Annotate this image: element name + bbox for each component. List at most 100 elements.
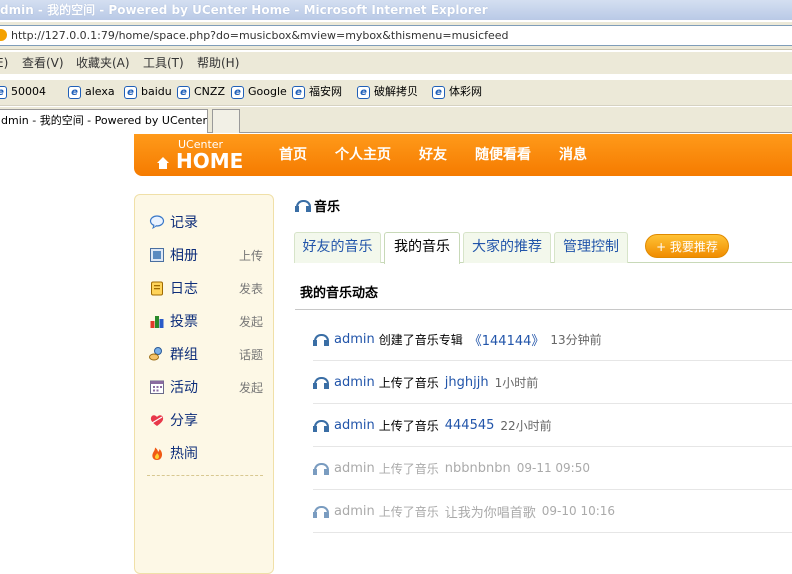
feed-time: 1小时前	[494, 375, 539, 390]
feed-time: 09-10 10:16	[541, 504, 616, 518]
menu-tools[interactable]: 工具(T)	[143, 52, 184, 74]
link-ticai[interactable]: e 体彩网	[432, 80, 482, 104]
site-header: UCenter HOME 首页 个人主页 好友 随便看看 消息	[134, 134, 792, 176]
sidebar-action-start-poll[interactable]: 发起	[239, 313, 263, 330]
feed-user-link[interactable]: admin	[334, 418, 375, 433]
tab-friends-music[interactable]: 好友的音乐	[294, 232, 381, 263]
ie-page-icon: e	[292, 85, 305, 99]
new-tab-button[interactable]	[212, 109, 240, 133]
feed-divider	[295, 309, 792, 310]
headphone-icon	[313, 420, 329, 432]
ie-page-icon: e	[177, 85, 190, 99]
link-pojie[interactable]: e 破解拷贝	[357, 80, 418, 104]
link-baidu[interactable]: e baidu	[124, 80, 172, 104]
link-label: 福安网	[309, 85, 342, 98]
sidebar: 记录 相册 上传 日志 发表 投票 发起 群组 话题 活动 发起 分享 热闹	[134, 194, 274, 574]
sidebar-item-poll[interactable]: 投票 发起	[149, 310, 265, 332]
sidebar-item-label: 热闹	[170, 446, 198, 462]
headphone-icon	[313, 377, 329, 389]
sidebar-action-start-event[interactable]: 发起	[239, 379, 263, 396]
sidebar-item-label: 群组	[170, 347, 198, 363]
sidebar-item-event[interactable]: 活动 发起	[149, 376, 265, 398]
menu-favorites[interactable]: 收藏夹(A)	[76, 52, 130, 74]
feed-target-link[interactable]: nbbnbnbn	[445, 461, 511, 476]
feed-item: admin 上传了音乐 jhghjjh 1小时前	[313, 361, 792, 404]
address-url: http://127.0.0.1:79/home/space.php?do=mu…	[11, 29, 509, 42]
link-cnzz[interactable]: e CNZZ	[177, 80, 225, 104]
heart-icon	[150, 415, 164, 426]
feed-time: 09-11 09:50	[516, 461, 590, 475]
main-nav: 首页 个人主页 好友 随便看看 消息	[279, 134, 615, 176]
recommend-button[interactable]: + 我要推荐	[645, 234, 729, 258]
tab-manage[interactable]: 管理控制	[554, 232, 628, 263]
sidebar-divider	[147, 475, 263, 476]
headphone-icon	[313, 506, 329, 518]
bar-chart-icon	[150, 316, 164, 328]
sidebar-item-group[interactable]: 群组 话题	[149, 343, 265, 365]
sidebar-item-album[interactable]: 相册 上传	[149, 244, 265, 266]
nav-home[interactable]: 首页	[279, 134, 307, 176]
link-label: baidu	[141, 85, 172, 98]
nav-messages[interactable]: 消息	[559, 134, 587, 176]
feed-user-link[interactable]: admin	[334, 461, 375, 476]
sidebar-action-upload[interactable]: 上传	[239, 247, 263, 264]
ie-page-icon: e	[124, 85, 137, 99]
links-bar: e 50004 e alexa e baidu e CNZZ e Google …	[0, 80, 792, 106]
link-label: 破解拷贝	[374, 85, 418, 98]
ie-page-icon: e	[0, 85, 7, 99]
feed-target-link[interactable]: 《144144》	[469, 330, 545, 349]
nav-profile[interactable]: 个人主页	[335, 134, 391, 176]
ie-page-icon: e	[68, 85, 81, 99]
feed-time: 13分钟前	[550, 332, 602, 347]
window-title: dmin - 我的空间 - Powered by UCenter Home - …	[0, 3, 488, 17]
menu-view[interactable]: 查看(V)	[22, 52, 64, 74]
sidebar-item-label: 投票	[170, 314, 198, 330]
feed-heading: 我的音乐动态	[300, 286, 379, 301]
photo-icon	[150, 248, 164, 262]
feed-action: 上传了音乐	[378, 461, 439, 476]
browser-tab-active[interactable]: dmin - 我的空间 - Powered by UCenter ...	[0, 109, 208, 133]
feed-item: admin 创建了音乐专辑 《144144》 13分钟前	[313, 318, 792, 361]
speech-bubble-icon	[149, 215, 165, 230]
link-label: 体彩网	[449, 85, 482, 98]
link-label: Google	[248, 85, 287, 98]
address-bar: http://127.0.0.1:79/home/space.php?do=mu…	[0, 22, 792, 50]
ie-page-icon: e	[357, 85, 370, 99]
link-label: alexa	[85, 85, 115, 98]
link-label: 50004	[11, 85, 46, 98]
tab-my-music[interactable]: 我的音乐	[384, 232, 460, 264]
sidebar-item-label: 分享	[170, 413, 198, 429]
sidebar-item-label: 活动	[170, 380, 198, 396]
link-50004[interactable]: e 50004	[0, 80, 46, 104]
feed-target-link[interactable]: 让我为你唱首歌	[445, 502, 536, 521]
link-google[interactable]: e Google	[231, 80, 287, 104]
menu-help[interactable]: 帮助(H)	[197, 52, 239, 74]
feed-user-link[interactable]: admin	[334, 504, 375, 519]
feed-target-link[interactable]: 444545	[445, 418, 495, 433]
link-label: CNZZ	[194, 85, 225, 98]
calendar-icon	[150, 380, 164, 394]
ie-page-icon: e	[231, 85, 244, 99]
sidebar-action-post[interactable]: 发表	[239, 280, 263, 297]
menu-edit[interactable]: E)	[0, 52, 8, 74]
sidebar-item-blog[interactable]: 日志 发表	[149, 277, 265, 299]
sidebar-item-label: 相册	[170, 248, 198, 264]
sidebar-item-record[interactable]: 记录	[149, 211, 265, 233]
feed-target-link[interactable]: jhghjjh	[445, 375, 489, 390]
link-fuan[interactable]: e 福安网	[292, 80, 342, 104]
nav-browse[interactable]: 随便看看	[475, 134, 531, 176]
address-input[interactable]: http://127.0.0.1:79/home/space.php?do=mu…	[0, 25, 792, 46]
fire-icon	[152, 447, 163, 460]
sidebar-item-hot[interactable]: 热闹	[149, 442, 265, 464]
feed-item: admin 上传了音乐 444545 22小时前	[313, 404, 792, 447]
sidebar-item-share[interactable]: 分享	[149, 409, 265, 431]
feed-action: 创建了音乐专辑	[378, 332, 463, 347]
nav-friends[interactable]: 好友	[419, 134, 447, 176]
feed-user-link[interactable]: admin	[334, 375, 375, 390]
link-alexa[interactable]: e alexa	[68, 80, 115, 104]
feed-item: admin 上传了音乐 让我为你唱首歌 09-10 10:16	[313, 490, 792, 533]
feed-user-link[interactable]: admin	[334, 332, 375, 347]
headphone-icon	[313, 463, 329, 475]
tab-recommended[interactable]: 大家的推荐	[463, 232, 551, 263]
sidebar-action-topic[interactable]: 话题	[239, 346, 263, 363]
